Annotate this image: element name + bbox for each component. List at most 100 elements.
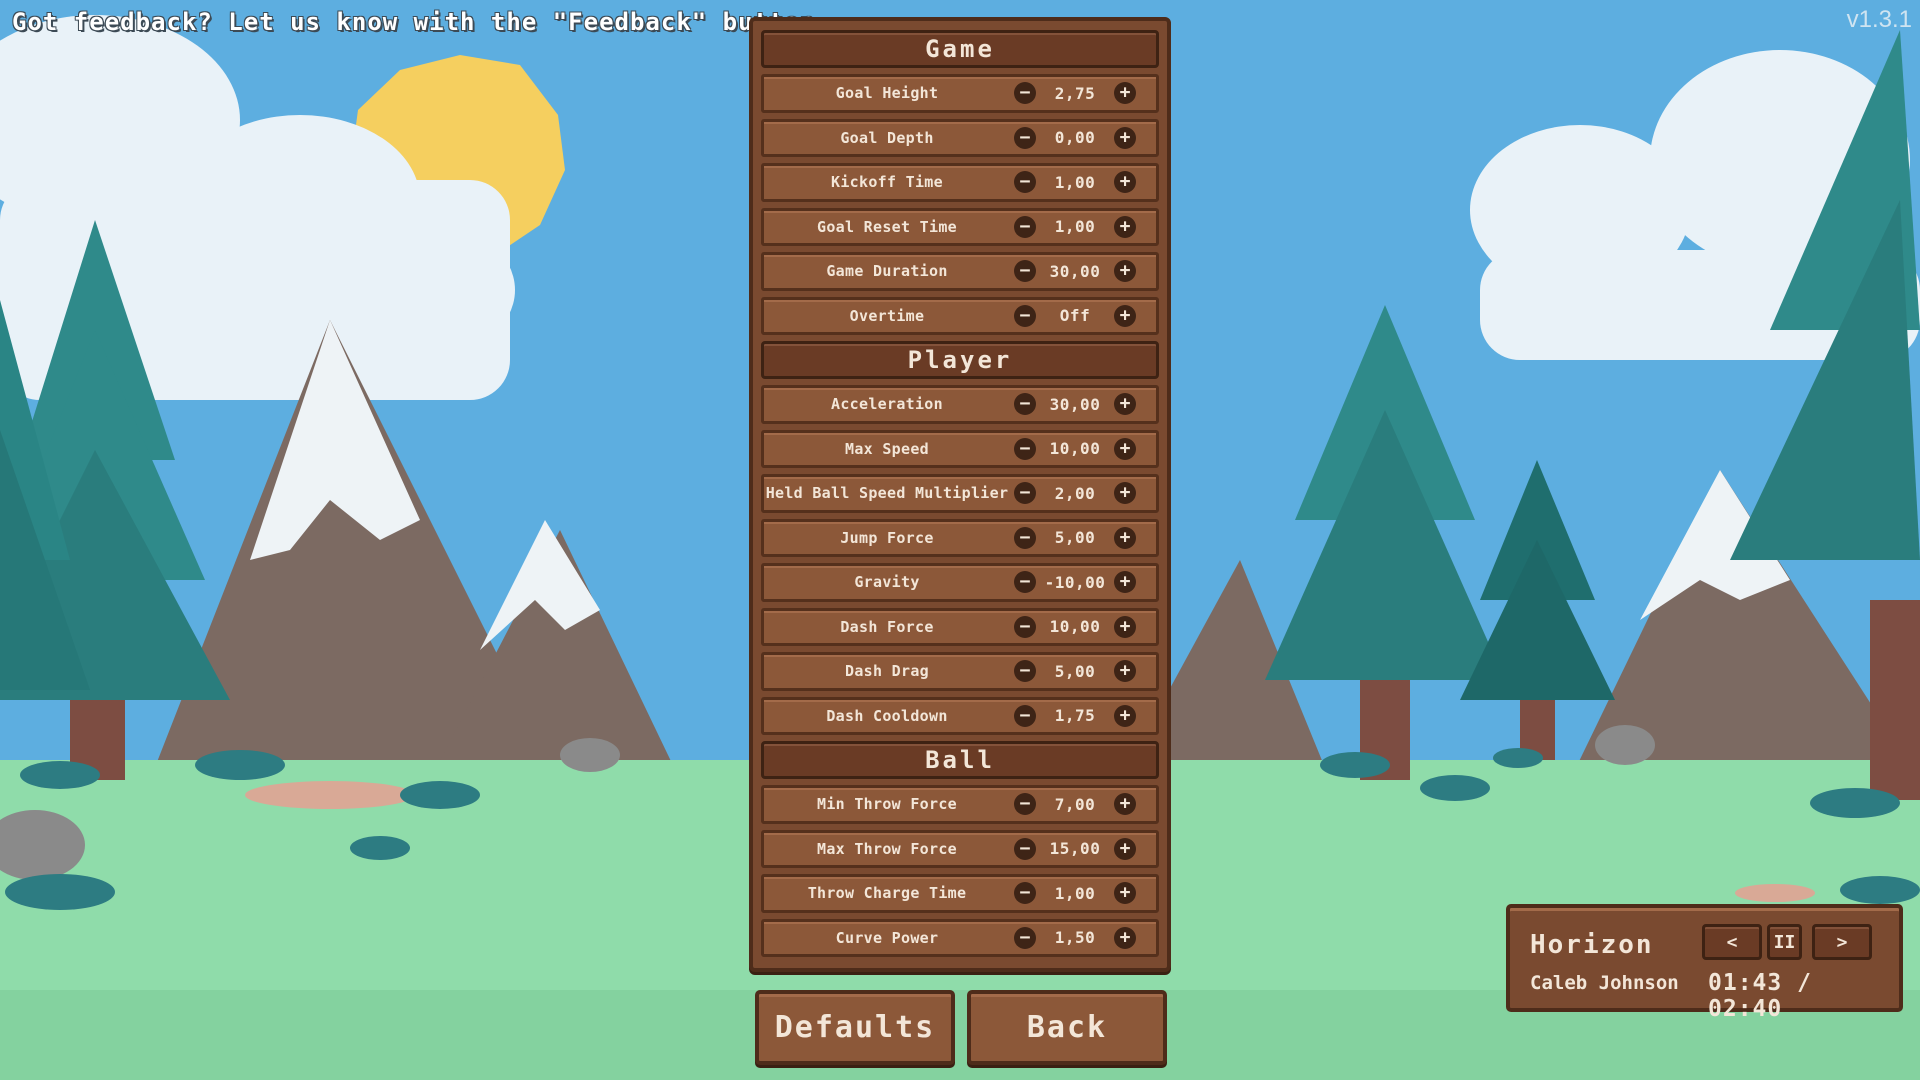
minus-icon[interactable]: − xyxy=(1014,793,1036,815)
plus-icon[interactable]: + xyxy=(1114,793,1136,815)
settings-panel: Game Goal Height −2,75 + Goal Depth −0,00 + Kic… xyxy=(749,17,1171,972)
version-label: v1.3.1 xyxy=(1846,6,1912,33)
setting-row-jump-force: Jump Force −5,00 + xyxy=(761,518,1159,557)
minus-icon[interactable]: − xyxy=(1014,171,1036,193)
setting-row-min-throw-force: Min Throw Force −7,00 + xyxy=(761,785,1159,824)
setting-value: 1,00 xyxy=(1054,217,1096,237)
setting-label: Max Throw Force xyxy=(817,839,957,858)
plus-icon[interactable]: + xyxy=(1114,82,1136,104)
plus-icon[interactable]: + xyxy=(1114,437,1136,460)
setting-value: 1,00 xyxy=(1054,172,1096,192)
plus-icon[interactable]: + xyxy=(1114,393,1136,415)
setting-value: 2,75 xyxy=(1054,83,1096,103)
setting-value: 30,00 xyxy=(1049,394,1101,414)
setting-label: Dash Cooldown xyxy=(826,706,948,725)
minus-icon[interactable]: − xyxy=(1014,926,1036,949)
setting-label: Min Throw Force xyxy=(817,795,957,814)
setting-label: Overtime xyxy=(849,306,925,325)
plus-icon[interactable]: + xyxy=(1114,615,1136,638)
setting-row-gravity: Gravity − -10,00 + xyxy=(761,563,1159,602)
setting-row-max-speed: Max Speed −10,00 + xyxy=(761,429,1159,468)
minus-icon[interactable]: − xyxy=(1014,126,1036,149)
setting-row-held-ball-speed-multiplier: Held Ball Speed Multiplier −2,00 + xyxy=(761,474,1159,513)
minus-icon[interactable]: − xyxy=(1014,704,1036,727)
setting-value: 30,00 xyxy=(1049,261,1101,281)
setting-row-acceleration: Acceleration −30,00 + xyxy=(761,385,1159,424)
back-button[interactable]: Back xyxy=(967,990,1167,1065)
track-title: Horizon xyxy=(1530,930,1654,960)
plus-icon[interactable]: + xyxy=(1114,482,1136,504)
plus-icon[interactable]: + xyxy=(1114,660,1136,682)
setting-row-goal-height: Goal Height −2,75 + xyxy=(761,74,1159,113)
plus-icon[interactable]: + xyxy=(1114,526,1136,549)
pause-button[interactable]: II xyxy=(1767,924,1802,960)
feedback-banner: Got feedback? Let us know with the "Feed… xyxy=(12,8,816,36)
setting-label: Max Speed xyxy=(845,439,929,458)
setting-value: 5,00 xyxy=(1054,661,1096,681)
setting-label: Acceleration xyxy=(831,395,943,414)
setting-row-dash-force: Dash Force −10,00 + xyxy=(761,607,1159,646)
plus-icon[interactable]: + xyxy=(1114,126,1136,149)
minus-icon[interactable]: − xyxy=(1014,393,1036,415)
setting-label: Held Ball Speed Multiplier xyxy=(765,484,1009,503)
previous-track-button[interactable]: < xyxy=(1702,924,1762,960)
setting-value: 5,00 xyxy=(1054,528,1096,548)
minus-icon[interactable]: − xyxy=(1014,215,1036,238)
setting-label: Gravity xyxy=(854,573,920,592)
plus-icon[interactable]: + xyxy=(1114,882,1136,904)
track-time: 01:43 / 02:40 xyxy=(1708,970,1812,1022)
chevron-left-icon: < xyxy=(1726,931,1738,953)
setting-label: Throw Charge Time xyxy=(807,884,967,903)
chevron-right-icon: > xyxy=(1836,931,1848,953)
setting-value: 1,50 xyxy=(1054,928,1096,948)
setting-value: 7,00 xyxy=(1054,794,1096,814)
setting-label: Kickoff Time xyxy=(831,173,943,192)
plus-icon[interactable]: + xyxy=(1114,171,1136,193)
plus-icon[interactable]: + xyxy=(1114,926,1136,949)
setting-value: 10,00 xyxy=(1049,617,1101,637)
setting-row-max-throw-force: Max Throw Force −15,00 + xyxy=(761,829,1159,868)
minus-icon[interactable]: − xyxy=(1014,660,1036,682)
section-header-game: Game xyxy=(761,30,1159,68)
plus-icon[interactable]: + xyxy=(1114,704,1136,727)
setting-value: -10,00 xyxy=(1044,572,1106,592)
minus-icon[interactable]: − xyxy=(1014,437,1036,460)
setting-value: 2,00 xyxy=(1054,483,1096,503)
minus-icon[interactable]: − xyxy=(1014,304,1036,327)
track-artist: Caleb Johnson xyxy=(1530,972,1679,994)
setting-row-dash-cooldown: Dash Cooldown −1,75 + xyxy=(761,696,1159,735)
minus-icon[interactable]: − xyxy=(1014,260,1036,282)
minus-icon[interactable]: − xyxy=(1014,526,1036,549)
setting-row-goal-depth: Goal Depth −0,00 + xyxy=(761,118,1159,157)
plus-icon[interactable]: + xyxy=(1114,837,1136,860)
setting-value: 1,00 xyxy=(1054,883,1096,903)
section-header-ball: Ball xyxy=(761,741,1159,779)
music-player: Horizon Caleb Johnson < II > 01:43 / 02:… xyxy=(1506,904,1903,1022)
next-track-button[interactable]: > xyxy=(1812,924,1872,960)
minus-icon[interactable]: − xyxy=(1014,82,1036,104)
setting-value: 15,00 xyxy=(1049,839,1101,859)
plus-icon[interactable]: + xyxy=(1114,304,1136,327)
plus-icon[interactable]: + xyxy=(1114,260,1136,282)
setting-value: Off xyxy=(1059,306,1091,326)
setting-label: Goal Depth xyxy=(840,128,934,147)
minus-icon[interactable]: − xyxy=(1014,882,1036,904)
defaults-button[interactable]: Defaults xyxy=(755,990,955,1065)
plus-icon[interactable]: + xyxy=(1114,215,1136,238)
minus-icon[interactable]: − xyxy=(1014,571,1036,593)
setting-label: Game Duration xyxy=(826,262,948,281)
section-header-player: Player xyxy=(761,341,1159,379)
setting-row-kickoff-time: Kickoff Time −1,00 + xyxy=(761,163,1159,202)
setting-label: Goal Reset Time xyxy=(817,217,957,236)
setting-value: 10,00 xyxy=(1049,439,1101,459)
setting-row-overtime: Overtime − Off + xyxy=(761,296,1159,335)
setting-label: Curve Power xyxy=(835,928,939,947)
setting-row-dash-drag: Dash Drag −5,00 + xyxy=(761,652,1159,691)
setting-row-curve-power: Curve Power −1,50 + xyxy=(761,918,1159,957)
setting-value: 0,00 xyxy=(1054,128,1096,148)
minus-icon[interactable]: − xyxy=(1014,615,1036,638)
minus-icon[interactable]: − xyxy=(1014,837,1036,860)
plus-icon[interactable]: + xyxy=(1114,571,1136,593)
pause-icon: II xyxy=(1773,931,1796,953)
minus-icon[interactable]: − xyxy=(1014,482,1036,504)
